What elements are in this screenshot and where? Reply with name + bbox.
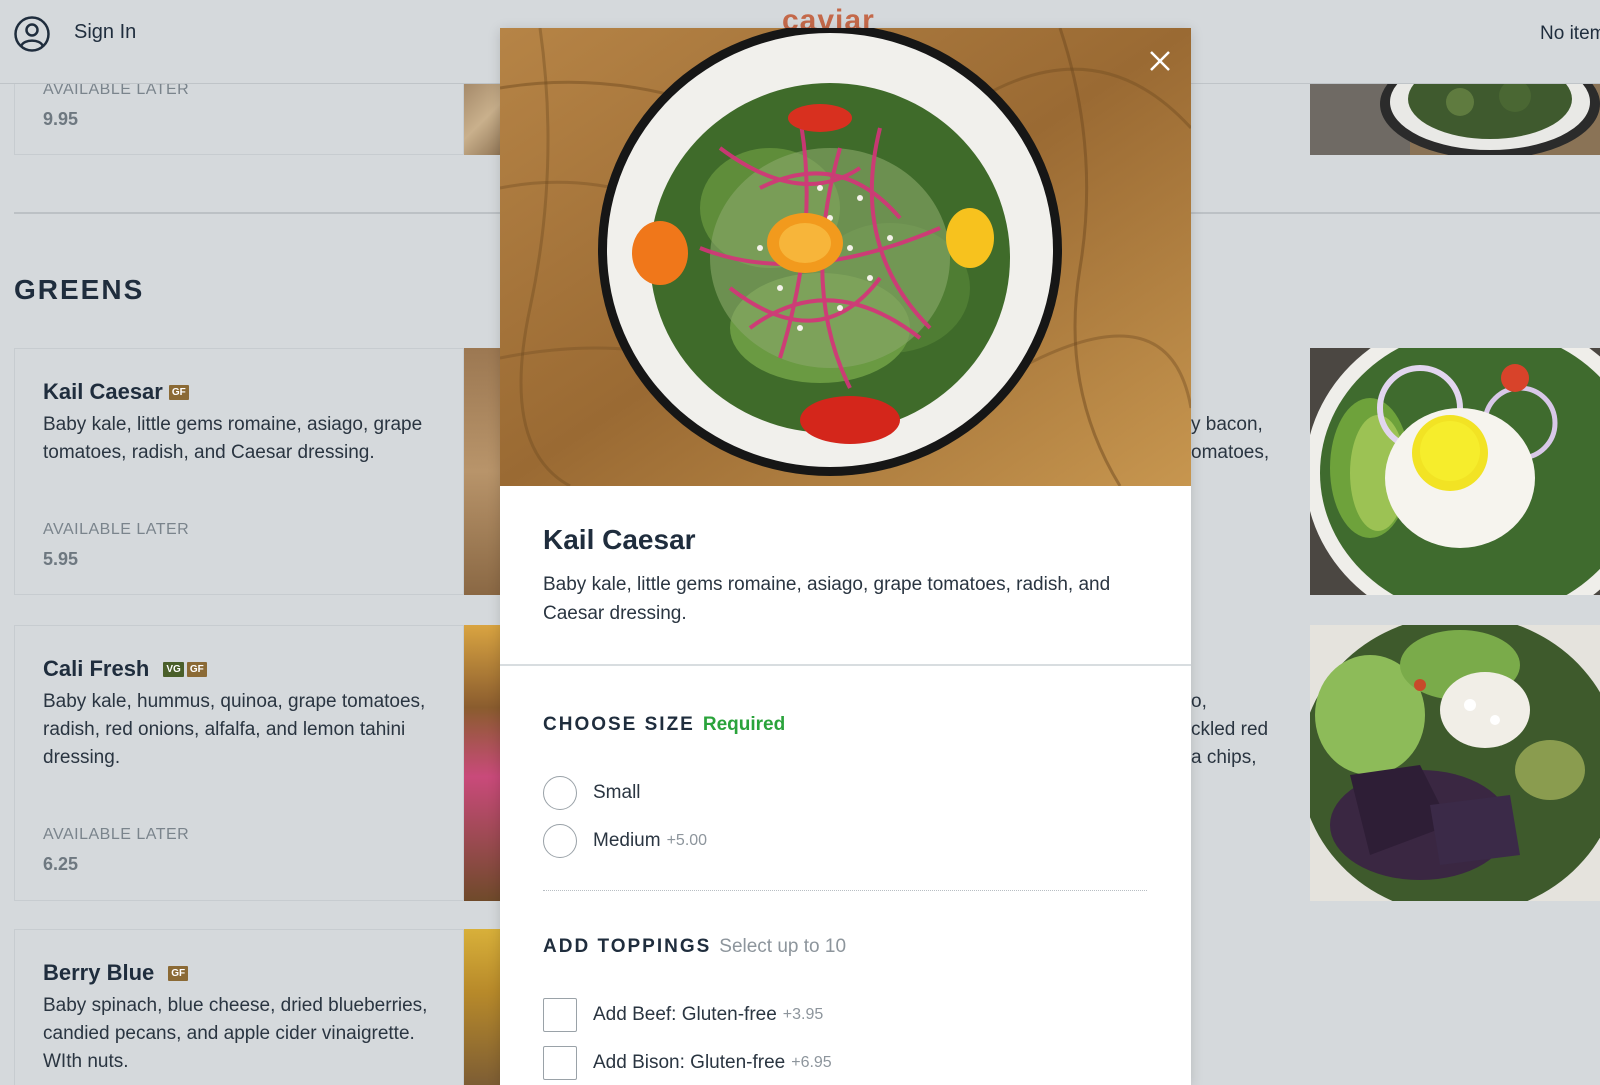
size-option-medium[interactable]: Medium +5.00 [543,823,707,859]
item-description: Baby kale, little gems romaine, asiago, … [543,574,1111,624]
item-description: Baby kale, hummus, quinoa, grape tomatoe… [43,691,426,768]
option-label: Small [593,782,641,803]
close-icon[interactable] [1145,46,1175,76]
item-title: Cali Fresh [43,656,150,681]
menu-item-card[interactable]: Kail Caesar GF Baby kale, little gems rom… [14,348,464,595]
menu-item-card[interactable]: Berry Blue GF Baby spinach, blue cheese, … [14,929,464,1085]
group-title: CHOOSE SIZE [543,714,695,735]
radio-button[interactable] [543,776,577,810]
item-price: 9.95 [43,109,79,129]
sign-in-link[interactable]: Sign In [74,21,136,44]
selection-limit-label: Select up to 10 [719,936,847,957]
desc-line: a chips, [1191,747,1257,768]
radio-button[interactable] [543,824,577,858]
gluten-free-badge: GF [168,385,189,400]
availability-label: AVAILABLE LATER [43,521,190,538]
toppings-group-heading: ADD TOPPINGS Select up to 10 [543,936,846,958]
group-title: ADD TOPPINGS [543,936,712,957]
desc-line: o, [1191,691,1207,712]
item-title: Berry Blue [43,960,155,985]
item-title-row: Kail Caesar GF [43,379,189,405]
item-hero-photo [500,28,1191,486]
menu-item-photo [464,348,504,595]
section-divider [500,664,1191,666]
item-price: 5.95 [43,549,79,569]
menu-item-photo [464,625,504,901]
menu-item-description-partial: y bacon, omatoes, [1191,411,1269,467]
option-price: +5.00 [666,832,708,849]
item-title-row: Berry Blue GF [43,960,189,986]
item-price: 6.25 [43,854,79,874]
desc-line: omatoes, [1191,442,1270,463]
option-price: +3.95 [782,1006,824,1023]
size-option-small[interactable]: Small [543,775,641,811]
item-title: Kail Caesar [543,524,696,555]
item-detail-modal: Kail Caesar Baby kale, little gems romai… [500,28,1191,1085]
checkbox[interactable] [543,998,577,1032]
section-title: GREENS [14,274,145,305]
menu-item-photo [1310,348,1600,595]
item-title-row: Cali Fresh VG GF [43,656,207,682]
gluten-free-badge: GF [186,662,207,677]
menu-item-card[interactable]: Cali Fresh VG GF Baby kale, hummus, quinoa… [14,625,464,901]
option-label: Medium [593,830,661,851]
availability-label: AVAILABLE LATER [43,826,190,843]
menu-item-photo [1310,84,1600,155]
desc-line: ckled red [1191,719,1269,740]
menu-item-photo [464,929,504,1085]
group-separator [543,890,1147,891]
item-description: Baby spinach, blue cheese, dried blueber… [43,995,428,1072]
menu-item-description-partial: o, ckled red a chips, [1191,688,1268,772]
menu-item-photo [464,84,504,155]
desc-line: y bacon, [1191,414,1263,435]
required-label: Required [702,714,786,735]
option-label: Add Bison: Gluten-free [593,1052,786,1073]
item-description: Baby kale, little gems romaine, asiago, … [43,414,423,463]
vegan-badge: VG [163,662,184,677]
user-account-icon[interactable] [14,16,50,52]
cart-status[interactable]: No items [1540,23,1600,45]
topping-option-beef[interactable]: Add Beef: Gluten-free +3.95 [543,997,823,1033]
menu-item-photo [1310,625,1600,901]
option-price: +6.95 [791,1054,832,1071]
size-group-heading: CHOOSE SIZE Required [543,714,785,736]
checkbox[interactable] [543,1046,577,1080]
item-title: Kail Caesar [43,379,163,404]
topping-option-bison[interactable]: Add Bison: Gluten-free +6.95 [543,1045,832,1081]
option-label: Add Beef: Gluten-free [593,1004,777,1025]
gluten-free-badge: GF [168,966,189,981]
